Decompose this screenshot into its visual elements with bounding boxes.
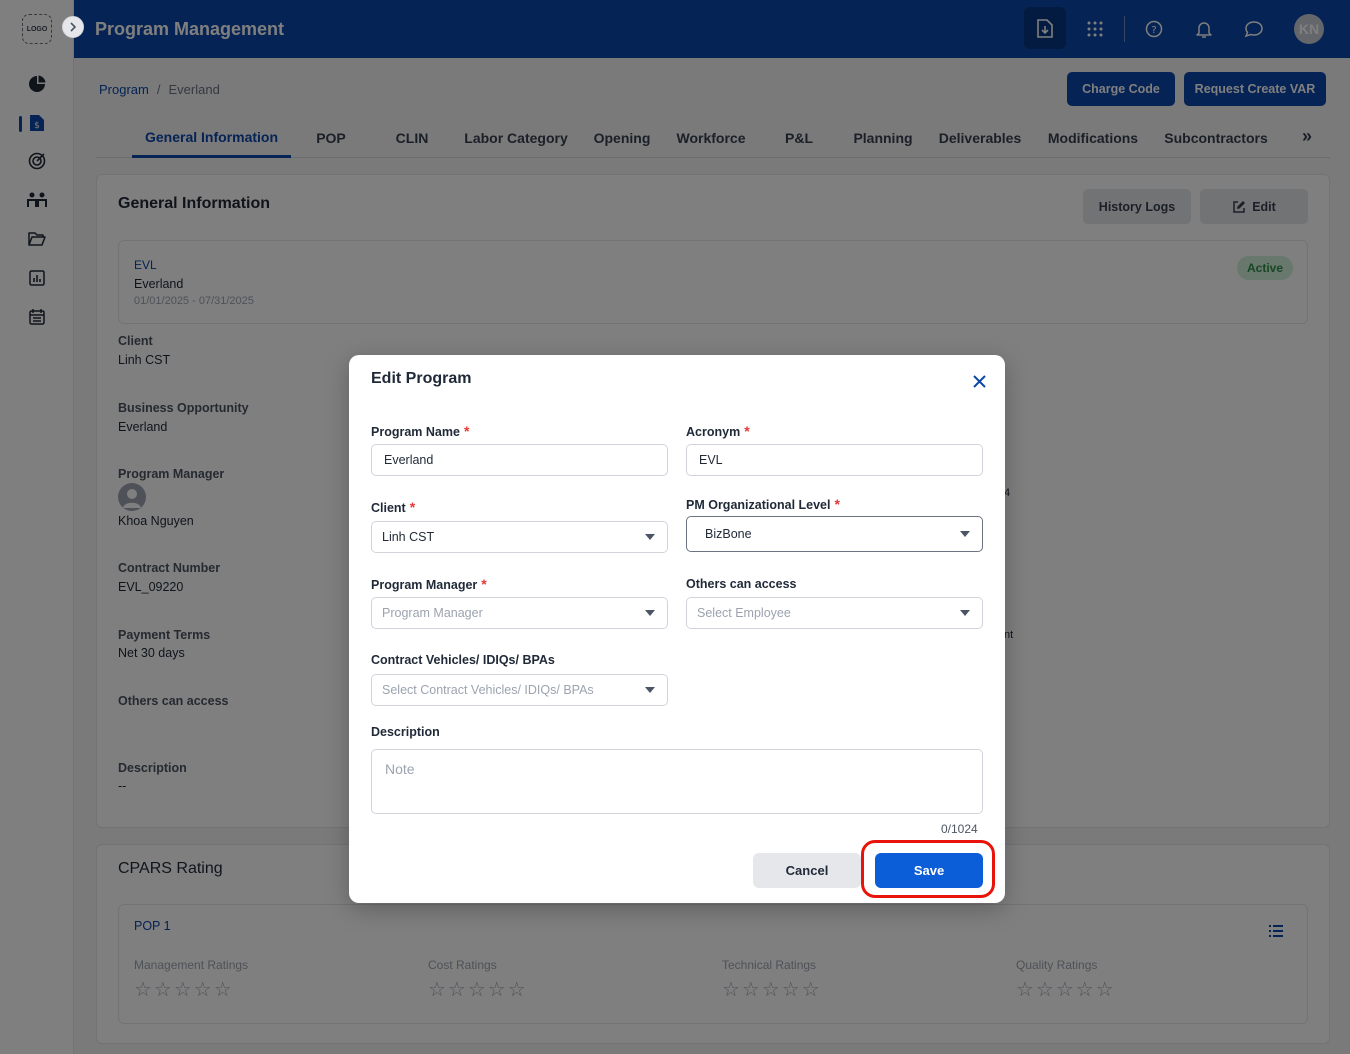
- acronym-label: Acronym *: [686, 423, 750, 439]
- program-name-label: Program Name *: [371, 423, 470, 439]
- client-select-label: Client *: [371, 499, 416, 515]
- others-access-select[interactable]: Select Employee: [686, 597, 983, 629]
- save-button[interactable]: Save: [875, 853, 983, 888]
- others-access-label: Others can access: [686, 577, 797, 591]
- pm-level-label: PM Organizational Level *: [686, 496, 840, 512]
- chevron-down-icon: [960, 531, 970, 537]
- character-counter: 0/1024: [941, 822, 978, 836]
- program-manager-select[interactable]: Program Manager: [371, 597, 668, 629]
- chevron-down-icon: [645, 610, 655, 616]
- chevron-down-icon: [960, 610, 970, 616]
- client-select[interactable]: Linh CST: [371, 521, 668, 553]
- contract-vehicles-label: Contract Vehicles/ IDIQs/ BPAs: [371, 653, 555, 667]
- chevron-down-icon: [645, 687, 655, 693]
- contract-vehicles-select[interactable]: Select Contract Vehicles/ IDIQs/ BPAs: [371, 674, 668, 706]
- rail-toggle-button[interactable]: [62, 16, 84, 38]
- program-manager-select-label: Program Manager *: [371, 576, 487, 592]
- description-field-label: Description: [371, 725, 440, 739]
- chevron-down-icon: [645, 534, 655, 540]
- cancel-button[interactable]: Cancel: [753, 853, 861, 888]
- close-icon: [972, 374, 986, 388]
- dialog-title: Edit Program: [371, 370, 472, 387]
- chevron-right-icon: [70, 22, 77, 32]
- close-button[interactable]: [969, 371, 989, 391]
- pm-level-select[interactable]: BizBone: [686, 516, 983, 552]
- program-name-input[interactable]: Everland: [371, 444, 668, 476]
- acronym-input[interactable]: EVL: [686, 444, 983, 476]
- edit-program-dialog: Edit Program Program Name * Everland Acro…: [349, 355, 1005, 903]
- description-textarea[interactable]: Note: [371, 749, 983, 814]
